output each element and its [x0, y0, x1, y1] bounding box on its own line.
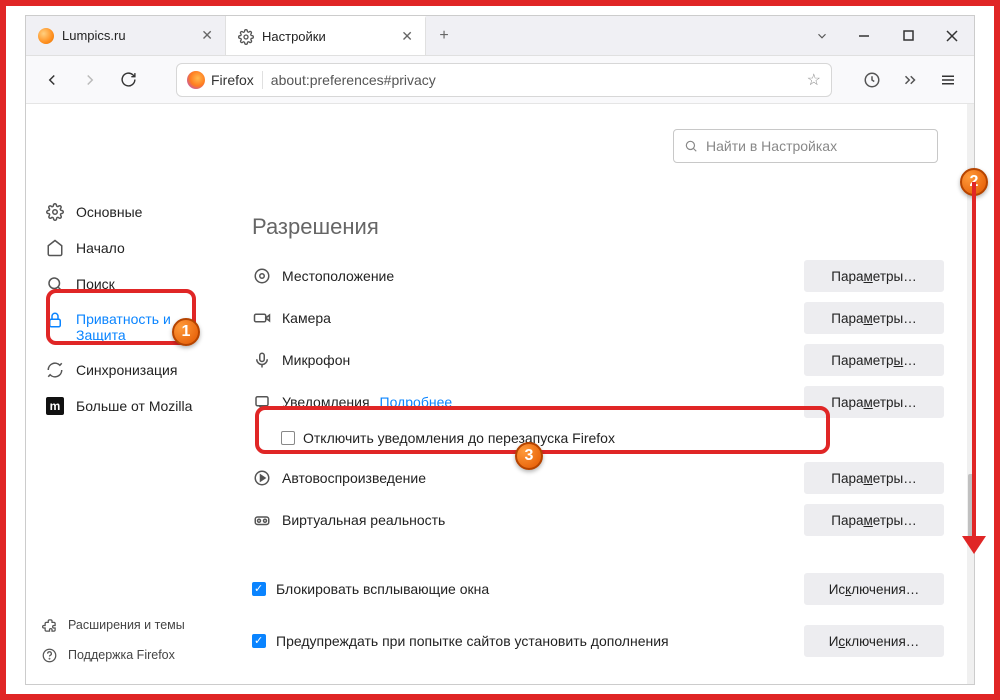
- checkbox-icon[interactable]: [252, 634, 266, 648]
- perm-button-notifications[interactable]: Параметры…: [804, 386, 944, 418]
- checkbox-label: Предупреждать при попытке сайтов установ…: [276, 633, 669, 649]
- brand-label: Firefox: [211, 72, 254, 88]
- gear-icon: [238, 29, 254, 45]
- window-controls: [842, 16, 974, 55]
- checkbox-row-popups[interactable]: Блокировать всплывающие окна Исключения…: [252, 566, 944, 612]
- annotation-badge-1: 1: [172, 318, 200, 346]
- perm-row-camera: Камера Параметры…: [246, 300, 944, 336]
- overflow-icon[interactable]: [894, 64, 926, 96]
- annotation-badge-3: 3: [515, 442, 543, 470]
- firefox-window: Lumpics.ru ✕ Настройки ✕ + Fire: [25, 15, 975, 685]
- sidebar-item-sync[interactable]: Синхронизация: [26, 352, 236, 388]
- search-icon: [46, 275, 64, 293]
- close-window-button[interactable]: [930, 30, 974, 42]
- settings-sidebar: Основные Начало Поиск Приватность и Защи…: [26, 104, 236, 684]
- permissions-list: Местоположение Параметры… Камера Парамет…: [246, 258, 944, 664]
- autoplay-icon: [252, 468, 272, 488]
- notification-icon: [252, 392, 272, 412]
- sidebar-item-extensions[interactable]: Расширения и темы: [26, 610, 236, 640]
- history-icon[interactable]: [856, 64, 888, 96]
- settings-main: Найти в Настройках Разрешения Местополож…: [236, 104, 974, 684]
- tab-settings[interactable]: Настройки ✕: [226, 16, 426, 55]
- vr-icon: [252, 510, 272, 530]
- menu-button[interactable]: [932, 64, 964, 96]
- perm-row-vr: Виртуальная реальность Параметры…: [246, 502, 944, 538]
- forward-button[interactable]: [74, 64, 106, 96]
- sidebar-item-label: Больше от Mozilla: [76, 398, 192, 414]
- settings-search[interactable]: Найти в Настройках: [673, 129, 938, 163]
- perm-button-autoplay[interactable]: Параметры…: [804, 462, 944, 494]
- close-icon[interactable]: ✕: [401, 28, 413, 45]
- sidebar-item-label: Синхронизация: [76, 362, 177, 378]
- mozilla-icon: m: [46, 397, 64, 415]
- sidebar-bottom: Расширения и темы Поддержка Firefox: [26, 610, 236, 684]
- tab-label: Lumpics.ru: [62, 28, 126, 43]
- perm-label: Местоположение: [282, 268, 394, 284]
- checkbox-icon[interactable]: [252, 582, 266, 596]
- sync-icon: [46, 361, 64, 379]
- minimize-button[interactable]: [842, 30, 886, 42]
- maximize-button[interactable]: [886, 30, 930, 41]
- notifications-more-link[interactable]: Подробнее: [380, 394, 453, 410]
- sidebar-item-home[interactable]: Начало: [26, 230, 236, 266]
- location-icon: [252, 266, 272, 286]
- microphone-icon: [252, 350, 272, 370]
- tab-lumpics[interactable]: Lumpics.ru ✕: [26, 16, 226, 55]
- perm-row-location: Местоположение Параметры…: [246, 258, 944, 294]
- help-icon: [40, 646, 58, 664]
- sidebar-item-search[interactable]: Поиск: [26, 266, 236, 302]
- puzzle-icon: [40, 616, 58, 634]
- bookmark-star-icon[interactable]: ☆: [807, 70, 821, 90]
- home-icon: [46, 239, 64, 257]
- perm-label: Камера: [282, 310, 331, 326]
- url-text: about:preferences#privacy: [271, 72, 799, 88]
- exceptions-button-popups[interactable]: Исключения…: [804, 573, 944, 605]
- tab-label: Настройки: [262, 29, 326, 44]
- exceptions-button-addons[interactable]: Исключения…: [804, 625, 944, 657]
- tab-bar: Lumpics.ru ✕ Настройки ✕ +: [26, 16, 974, 56]
- perm-button-camera[interactable]: Параметры…: [804, 302, 944, 334]
- perm-row-microphone: Микрофон Параметры…: [246, 342, 944, 378]
- sidebar-item-label: Поиск: [76, 276, 115, 292]
- perm-label: Уведомления: [282, 394, 370, 410]
- close-icon[interactable]: ✕: [201, 27, 213, 44]
- sidebar-item-support[interactable]: Поддержка Firefox: [26, 640, 236, 670]
- checkbox-icon[interactable]: [281, 431, 295, 445]
- identity-box[interactable]: Firefox: [187, 71, 263, 89]
- perm-button-vr[interactable]: Параметры…: [804, 504, 944, 536]
- sidebar-item-label: Расширения и темы: [68, 618, 185, 632]
- sidebar-item-label: Начало: [76, 240, 125, 256]
- notifications-pause-checkbox-row[interactable]: Отключить уведомления до перезапуска Fir…: [246, 426, 944, 454]
- reload-button[interactable]: [112, 64, 144, 96]
- checkbox-label: Отключить уведомления до перезапуска Fir…: [303, 430, 615, 446]
- perm-label: Виртуальная реальность: [282, 512, 445, 528]
- sidebar-item-general[interactable]: Основные: [26, 194, 236, 230]
- search-icon: [684, 139, 698, 153]
- section-heading-permissions: Разрешения: [252, 214, 944, 240]
- camera-icon: [252, 308, 272, 328]
- firefox-icon: [187, 71, 205, 89]
- perm-label: Автовоспроизведение: [282, 470, 426, 486]
- gear-icon: [46, 203, 64, 221]
- sidebar-item-label: Основные: [76, 204, 142, 220]
- lock-icon: [46, 311, 64, 329]
- perm-label: Микрофон: [282, 352, 350, 368]
- checkbox-label: Блокировать всплывающие окна: [276, 581, 489, 597]
- perm-row-autoplay: Автовоспроизведение Параметры…: [246, 460, 944, 496]
- favicon-orange: [38, 28, 54, 44]
- sidebar-item-mozilla[interactable]: m Больше от Mozilla: [26, 388, 236, 424]
- perm-button-location[interactable]: Параметры…: [804, 260, 944, 292]
- perm-row-notifications: Уведомления Подробнее Параметры…: [246, 384, 944, 420]
- toolbar: Firefox about:preferences#privacy ☆: [26, 56, 974, 104]
- new-tab-button[interactable]: +: [426, 16, 462, 55]
- perm-button-microphone[interactable]: Параметры…: [804, 344, 944, 376]
- search-placeholder: Найти в Настройках: [706, 138, 837, 154]
- checkbox-row-addons-warn[interactable]: Предупреждать при попытке сайтов установ…: [252, 618, 944, 664]
- tabs-dropdown[interactable]: [802, 16, 842, 55]
- sidebar-item-privacy[interactable]: Приватность и Защита: [26, 302, 236, 352]
- content-area: Основные Начало Поиск Приватность и Защи…: [26, 104, 974, 684]
- sidebar-item-label: Поддержка Firefox: [68, 648, 175, 662]
- back-button[interactable]: [36, 64, 68, 96]
- address-bar[interactable]: Firefox about:preferences#privacy ☆: [176, 63, 832, 97]
